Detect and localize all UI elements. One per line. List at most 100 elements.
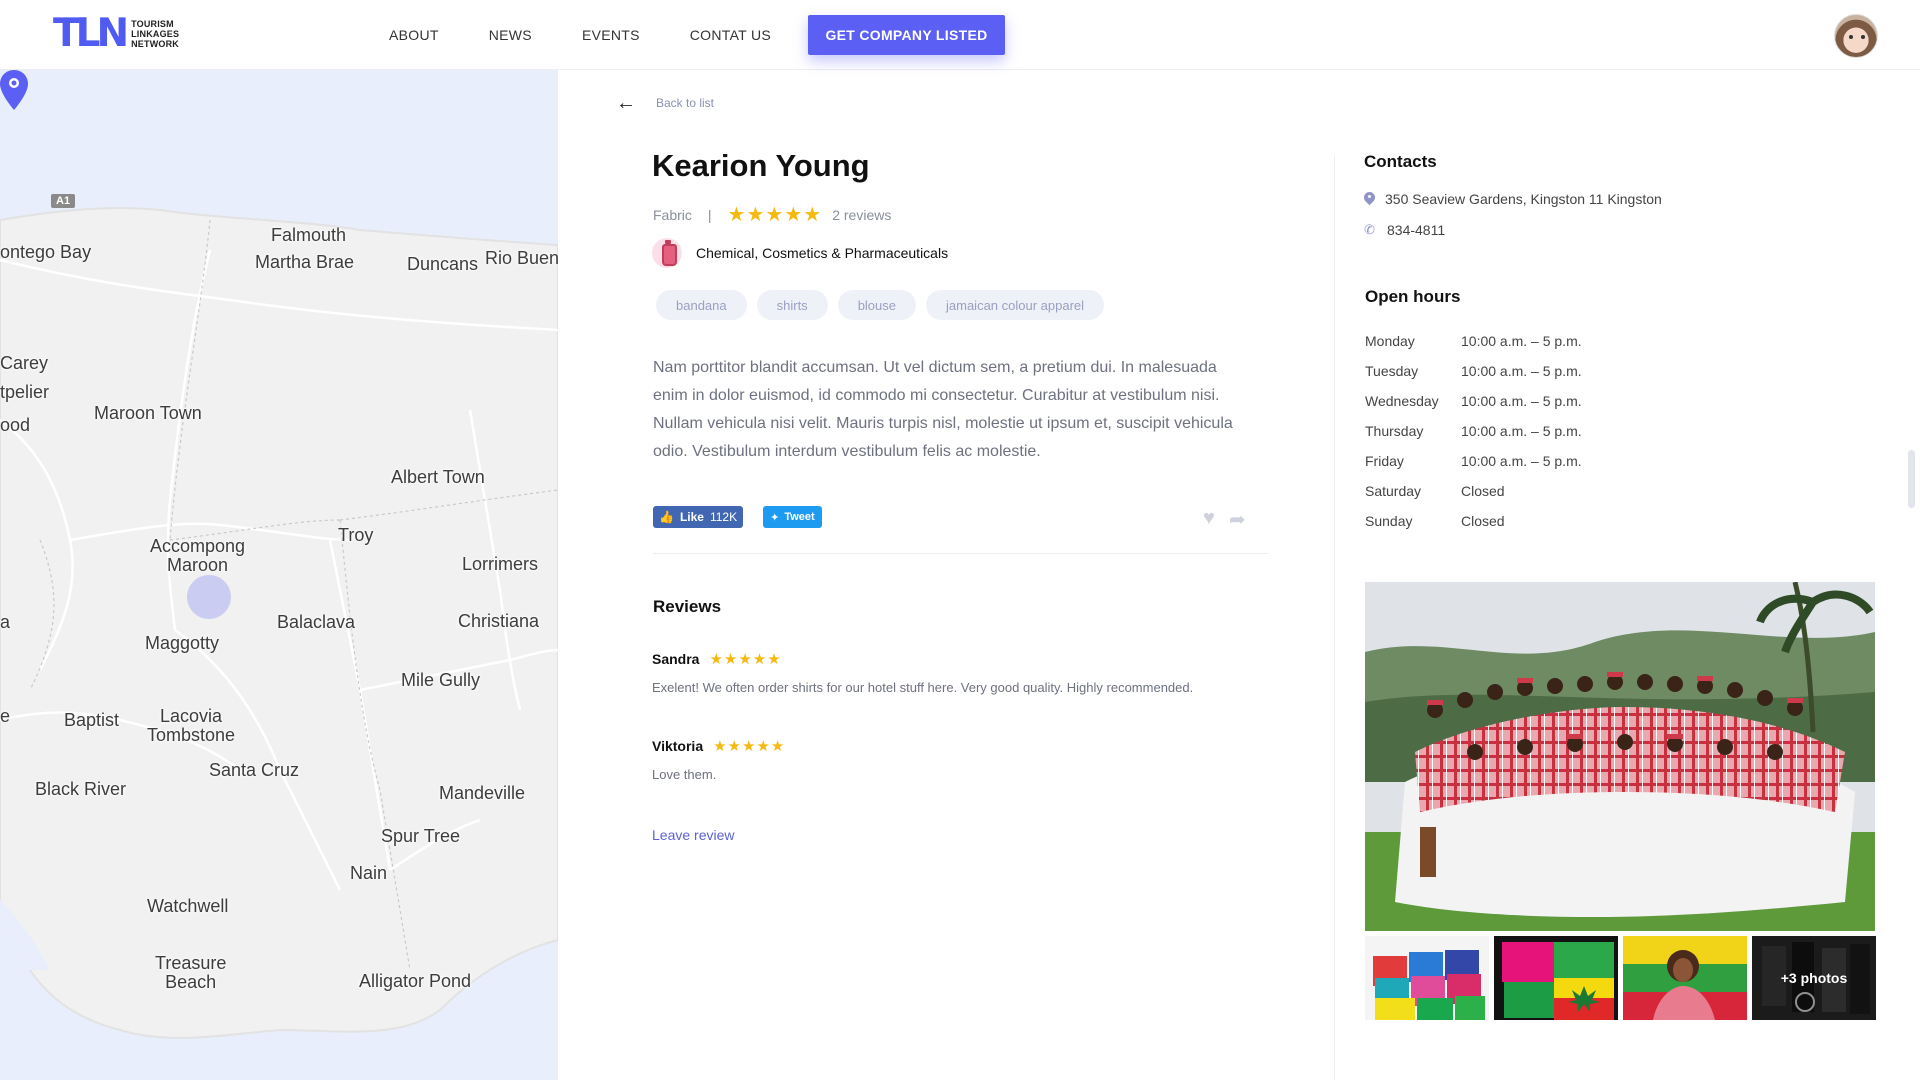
top-header: TLN TOURISM LINKAGES NETWORK ABOUT NEWS …: [0, 0, 1920, 70]
hours-row: Wednesday 10:00 a.m. – 5 p.m.: [1365, 386, 1582, 416]
model-photo-image: [1623, 936, 1747, 1020]
review-stars: ★★★★★: [709, 651, 782, 668]
hours-row: Thursday 10:00 a.m. – 5 p.m.: [1365, 416, 1582, 446]
phone-icon: ✆: [1364, 222, 1375, 237]
map-place: Christiana: [458, 611, 540, 631]
tag[interactable]: jamaican colour apparel: [926, 290, 1105, 320]
day: Thursday: [1365, 423, 1424, 439]
thumbnail-more[interactable]: +3 photos: [1752, 936, 1876, 1020]
meta-separator: |: [707, 206, 712, 223]
day: Sunday: [1365, 513, 1413, 529]
map-place: Lorrimers: [462, 554, 539, 574]
map-place: Black River: [35, 779, 127, 799]
category-label: Fabric: [653, 206, 692, 223]
map-place: Troy: [338, 525, 374, 545]
map-place: Martha Brae: [255, 252, 355, 272]
tag[interactable]: shirts: [756, 290, 828, 320]
review-stars: ★★★★★: [713, 738, 786, 755]
time: 10:00 a.m. – 5 p.m.: [1461, 453, 1582, 469]
share-icon[interactable]: ➦: [1229, 507, 1246, 532]
map-panel[interactable]: A1 ontego Bay Falmouth Martha Brae Dunca…: [0, 70, 558, 1080]
cosmetics-bottle-icon: [652, 238, 682, 268]
logo-mark: TLN: [53, 11, 129, 56]
map-place: Maroon Town: [94, 403, 202, 423]
location-halo: [187, 575, 231, 619]
day: Tuesday: [1365, 363, 1419, 379]
hours-row: Monday 10:00 a.m. – 5 p.m.: [1365, 326, 1582, 356]
map-place: Rio Buen: [485, 248, 558, 268]
map-place: ood: [0, 415, 31, 435]
flags-fabric-image: [1494, 936, 1618, 1020]
nav-about[interactable]: ABOUT: [389, 27, 439, 43]
review-item: Viktoria ★★★★★ Love them.: [652, 737, 1222, 784]
avatar[interactable]: [1834, 14, 1878, 58]
reviews-count[interactable]: 2 reviews: [832, 207, 891, 223]
nav-contact[interactable]: CONTAT US: [690, 27, 771, 43]
map-place: Carey: [0, 353, 49, 373]
back-label: Back to list: [656, 96, 715, 110]
arrow-left-icon: ←: [616, 92, 636, 114]
reviews-title: Reviews: [653, 597, 722, 616]
map-place: Watchwell: [147, 896, 229, 916]
group-photo-image: [1365, 582, 1875, 931]
map-place: a: [0, 612, 11, 632]
map-place: Albert Town: [391, 467, 485, 487]
tshirts-image: [1365, 936, 1489, 1020]
nav-events[interactable]: EVENTS: [582, 27, 640, 43]
company-meta: Fabric | ★★★★★ 2 reviews: [653, 202, 891, 227]
day: Saturday: [1365, 483, 1422, 499]
map-place: Treasure Beach: [155, 953, 227, 992]
thumbnail[interactable]: [1365, 936, 1489, 1020]
logo-text: TOURISM LINKAGES NETWORK: [131, 19, 180, 49]
map-place: ontego Bay: [0, 242, 92, 262]
hours-row: Friday 10:00 a.m. – 5 p.m.: [1365, 446, 1582, 476]
nav-news[interactable]: NEWS: [489, 27, 532, 43]
open-hours-title: Open hours: [1365, 287, 1461, 306]
phone-number[interactable]: 834-4811: [1387, 222, 1445, 238]
map-place: Duncans: [407, 254, 479, 274]
thumbs-up-icon: 👍: [659, 510, 674, 524]
map-place: Mile Gully: [401, 670, 481, 690]
heart-icon[interactable]: ♥: [1203, 507, 1215, 532]
main-nav: ABOUT NEWS EVENTS CONTAT US: [389, 0, 821, 70]
address-row: 350 Seaview Gardens, Kingston 11 Kingsto…: [1364, 191, 1662, 207]
map-place: Santa Cruz: [209, 760, 300, 780]
thumbnail[interactable]: [1494, 936, 1618, 1020]
day: Wednesday: [1365, 393, 1439, 409]
location-pin-icon[interactable]: [0, 70, 28, 110]
time: Closed: [1461, 513, 1505, 529]
twitter-bird-icon: ✦: [770, 511, 780, 524]
map-place: tpelier: [0, 382, 50, 402]
contacts-title: Contacts: [1364, 152, 1437, 171]
tag[interactable]: bandana: [656, 290, 747, 320]
review-item: Sandra ★★★★★ Exelent! We often order shi…: [652, 650, 1222, 697]
reviewer-name: Sandra: [652, 651, 700, 667]
address[interactable]: 350 Seaview Gardens, Kingston 11 Kingsto…: [1385, 191, 1662, 207]
time: 10:00 a.m. – 5 p.m.: [1461, 333, 1582, 349]
tag[interactable]: blouse: [837, 290, 916, 320]
reviewer-name: Viktoria: [652, 738, 704, 754]
get-company-listed-button[interactable]: GET COMPANY LISTED: [808, 15, 1005, 55]
facebook-like-button[interactable]: 👍 Like 112K: [653, 506, 744, 528]
scrollbar[interactable]: [1908, 450, 1915, 508]
column-divider: [1334, 156, 1335, 1080]
industry-label: Chemical, Cosmetics & Pharmaceuticals: [696, 245, 949, 261]
tweet-button[interactable]: ✦ Tweet: [763, 506, 822, 528]
action-icons: ♥ ➦: [1203, 507, 1246, 532]
map-place: Nain: [350, 863, 388, 883]
leave-review-link[interactable]: Leave review: [652, 827, 735, 843]
main-photo[interactable]: [1365, 582, 1875, 931]
map-place: Balaclava: [277, 612, 356, 632]
thumbnail[interactable]: [1623, 936, 1747, 1020]
review-text: Love them.: [652, 767, 717, 782]
time: 10:00 a.m. – 5 p.m.: [1461, 363, 1582, 379]
day: Monday: [1365, 333, 1415, 349]
phone-row: ✆ 834-4811: [1364, 222, 1445, 238]
company-description: Nam porttitor blandit accumsan. Ut vel d…: [653, 359, 1233, 460]
map-place: Mandeville: [439, 783, 526, 803]
logo[interactable]: TLN TOURISM LINKAGES NETWORK: [53, 14, 179, 54]
map-place: Alligator Pond: [359, 971, 472, 991]
open-hours-table: Monday 10:00 a.m. – 5 p.m. Tuesday 10:00 a…: [1365, 326, 1582, 536]
map-place: Accompong Maroon: [150, 536, 246, 575]
back-to-list-link[interactable]: ← Back to list: [616, 93, 714, 113]
